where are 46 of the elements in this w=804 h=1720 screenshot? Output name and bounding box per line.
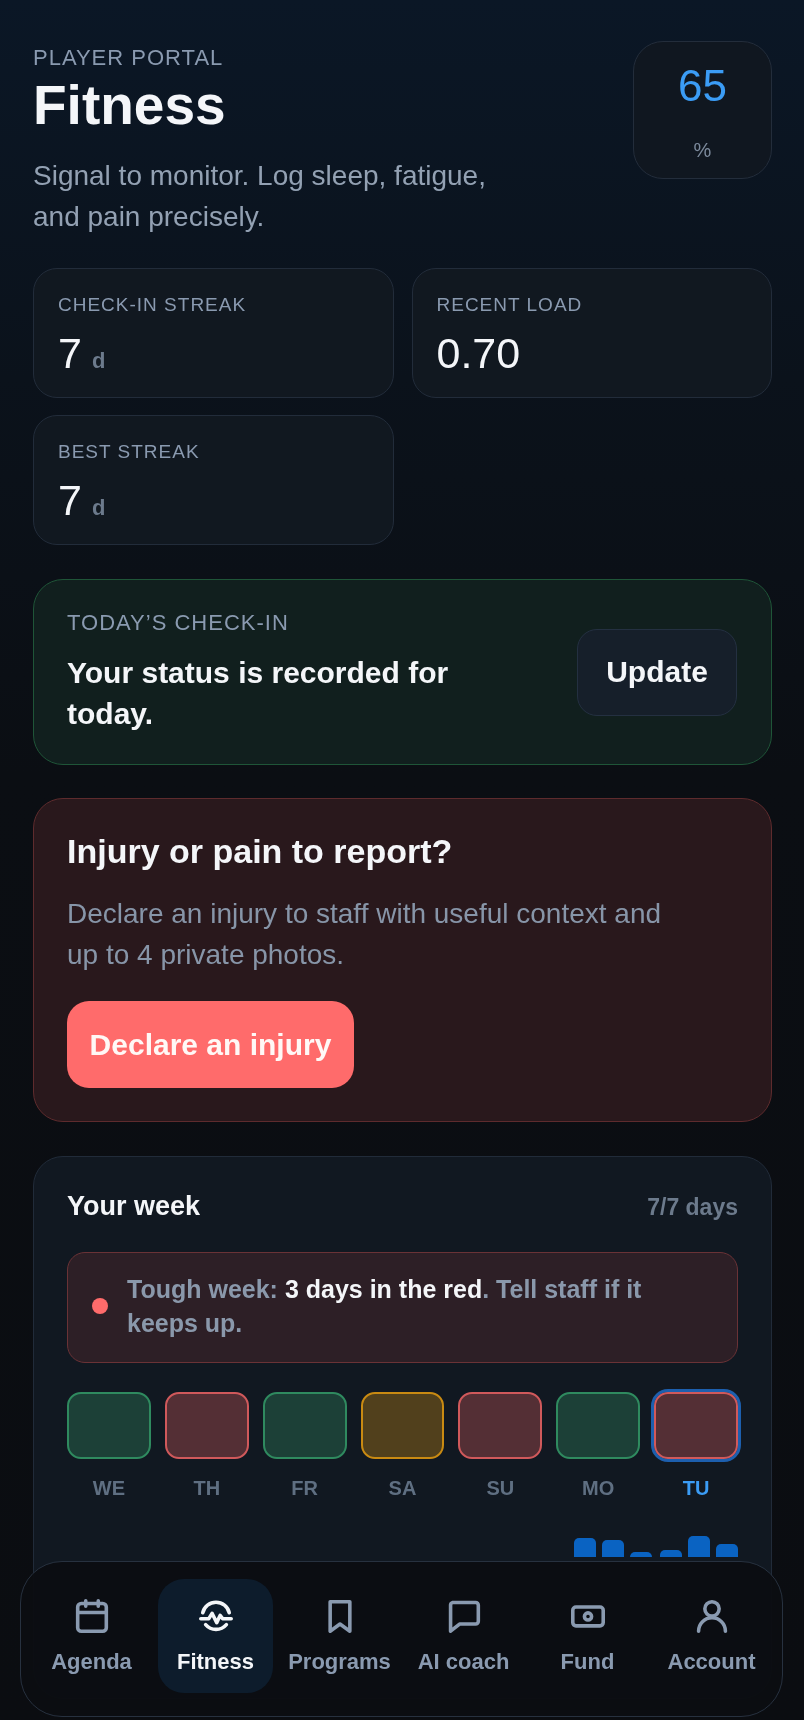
day-label: FR <box>290 1476 319 1500</box>
day-label: TU <box>681 1476 711 1500</box>
day-count: 7/7 days <box>647 1193 738 1221</box>
stat-unit: d <box>91 495 106 521</box>
day-label: TH <box>192 1476 222 1500</box>
day-label: MO <box>581 1476 616 1500</box>
alert-text: Tough week: 3 days in the red. Tell staff if it keeps up. <box>127 1274 643 1339</box>
day-tile[interactable] <box>360 1392 445 1459</box>
calendar-icon <box>74 1599 109 1633</box>
day-tile[interactable] <box>458 1392 543 1459</box>
stat-value: 7 <box>58 330 82 376</box>
nav-tab[interactable]: Agenda <box>34 1579 149 1693</box>
stat-unit: d <box>91 348 106 374</box>
nav-tab[interactable]: Programs <box>282 1579 397 1693</box>
page-subtitle: Signal to monitor. Log sleep, fatigue, and pain precisely. <box>33 159 487 234</box>
day-label: SU <box>485 1476 516 1500</box>
stat-value: 7 <box>58 477 82 523</box>
nav-tab[interactable]: Account <box>654 1579 769 1693</box>
stat-value: 0.70 <box>436 330 521 376</box>
day-tile[interactable] <box>67 1392 151 1459</box>
stat-label: CHECK-IN STREAK <box>58 294 248 316</box>
day-tile[interactable] <box>262 1392 347 1459</box>
week-title: Your week <box>67 1190 201 1222</box>
nav-tab[interactable]: Fund <box>530 1579 645 1693</box>
injury-title: Injury or pain to report? <box>67 831 454 871</box>
day-tile[interactable] <box>651 1389 741 1462</box>
nav-tab[interactable]: Fitness <box>158 1579 273 1693</box>
day-label: WE <box>91 1476 127 1500</box>
checkin-label: TODAY’S CHECK-IN <box>67 610 290 636</box>
checkin-message: Your status is recorded for today. <box>67 655 450 732</box>
stat-label: RECENT LOAD <box>436 294 584 316</box>
injury-description: Declare an injury to staff with useful context and up to 4 private photos. <box>67 897 663 972</box>
chat-bubble-icon <box>446 1599 481 1633</box>
person-icon <box>694 1599 729 1633</box>
status-dot-icon <box>92 1298 108 1314</box>
pulse-circle-icon <box>198 1599 233 1633</box>
page-title: Fitness <box>33 76 227 134</box>
score-value: 65 <box>678 62 727 110</box>
page-eyebrow: PLAYER PORTAL <box>33 45 225 71</box>
stat-label: BEST STREAK <box>58 441 201 463</box>
update-button[interactable]: Update <box>577 628 737 716</box>
day-label: SA <box>387 1476 418 1500</box>
day-tile[interactable] <box>164 1392 249 1459</box>
day-tile[interactable] <box>556 1392 641 1459</box>
nav-tab[interactable]: AI coach <box>406 1579 521 1693</box>
score-unit: % <box>693 138 712 162</box>
